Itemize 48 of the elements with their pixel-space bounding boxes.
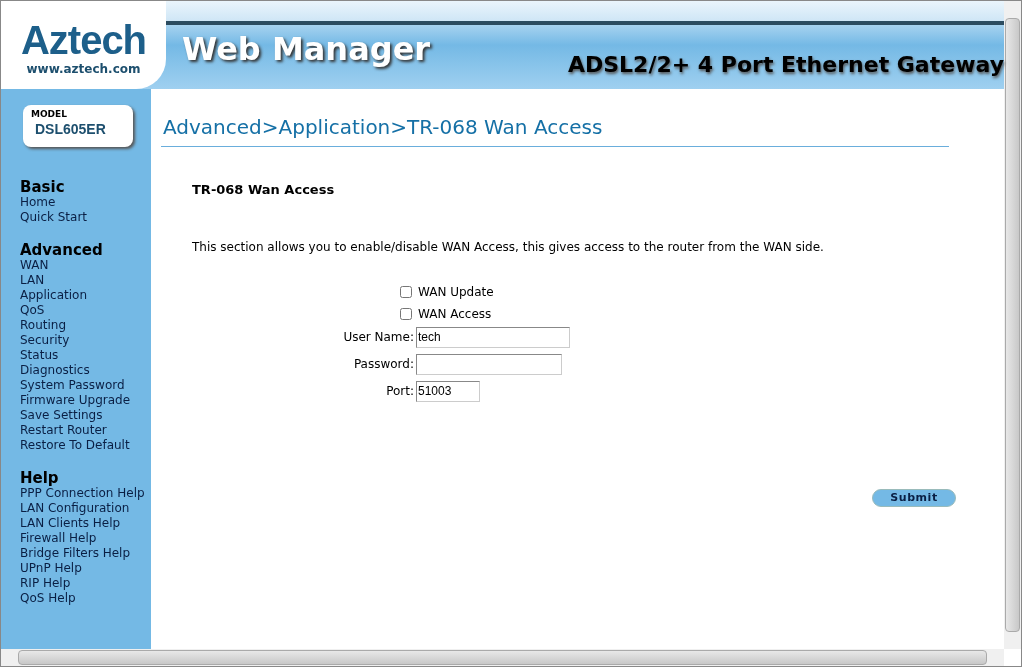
sidebar-link[interactable]: QoS Help xyxy=(20,591,151,606)
sidebar-link[interactable]: UPnP Help xyxy=(20,561,151,576)
sidebar-link[interactable]: Save Settings xyxy=(20,408,151,423)
logo-wordmark: Aztech xyxy=(20,18,147,62)
product-name: ADSL2/2+ 4 Port Ethernet Gateway xyxy=(567,51,1004,79)
sidebar-link[interactable]: LAN xyxy=(20,273,151,288)
horizontal-scrollbar[interactable] xyxy=(1,649,1004,666)
sidebar-link[interactable]: LAN Configuration xyxy=(20,501,151,516)
sidebar-link[interactable]: WAN xyxy=(20,258,151,273)
sidebar-link[interactable]: Diagnostics xyxy=(20,363,151,378)
field-label: Port: xyxy=(385,383,415,400)
input-field[interactable] xyxy=(416,353,562,375)
sidebar-link[interactable]: Quick Start xyxy=(20,210,151,225)
page-title: Advanced>Application>TR-068 Wan Access xyxy=(161,112,949,147)
sidebar-heading: Advanced xyxy=(20,242,104,258)
sidebar-link[interactable]: Security xyxy=(20,333,151,348)
sidebar-link[interactable]: PPP Connection Help xyxy=(20,486,151,501)
app-title: Web Manager xyxy=(182,29,431,70)
field-label: User Name: xyxy=(342,329,415,346)
sidebar-link[interactable]: RIP Help xyxy=(20,576,151,591)
input-field[interactable]: tech xyxy=(416,326,570,348)
sidebar-link[interactable]: Restore To Default xyxy=(20,438,151,453)
section-title: TR-068 Wan Access xyxy=(192,181,336,199)
field-label: Password: xyxy=(352,356,415,373)
submit-button[interactable]: Submit xyxy=(872,488,956,507)
checkbox-label: WAN Update xyxy=(418,283,494,301)
checkbox[interactable] xyxy=(400,307,412,320)
sidebar-link[interactable]: Firewall Help xyxy=(20,531,151,546)
description: This section allows you to enable/disable WAN Access, this gives access to the router from the WAN side. xyxy=(192,238,825,256)
logo-url: www.aztech.com xyxy=(26,61,141,78)
sidebar-link[interactable]: Home xyxy=(20,195,151,210)
model-name: DSL605ER xyxy=(34,120,107,139)
sidebar-heading: Help xyxy=(20,470,60,486)
vertical-scrollbar[interactable] xyxy=(1004,1,1021,649)
sidebar-link[interactable]: Routing xyxy=(20,318,151,333)
sidebar-link[interactable]: LAN Clients Help xyxy=(20,516,151,531)
sidebar-link[interactable]: Status xyxy=(20,348,151,363)
sidebar-link[interactable]: Bridge Filters Help xyxy=(20,546,151,561)
checkbox[interactable] xyxy=(400,285,412,298)
sidebar-link[interactable]: System Password xyxy=(20,378,151,393)
sidebar-link[interactable]: Firmware Upgrade xyxy=(20,393,151,408)
sidebar-heading: Basic xyxy=(20,179,66,195)
checkbox-label: WAN Access xyxy=(418,305,492,323)
sidebar-link[interactable]: Restart Router xyxy=(20,423,151,438)
sidebar-link[interactable]: QoS xyxy=(20,303,151,318)
model-label: MODEL xyxy=(31,109,68,119)
sidebar-link[interactable]: Application xyxy=(20,288,151,303)
input-field[interactable]: 51003 xyxy=(416,380,480,402)
